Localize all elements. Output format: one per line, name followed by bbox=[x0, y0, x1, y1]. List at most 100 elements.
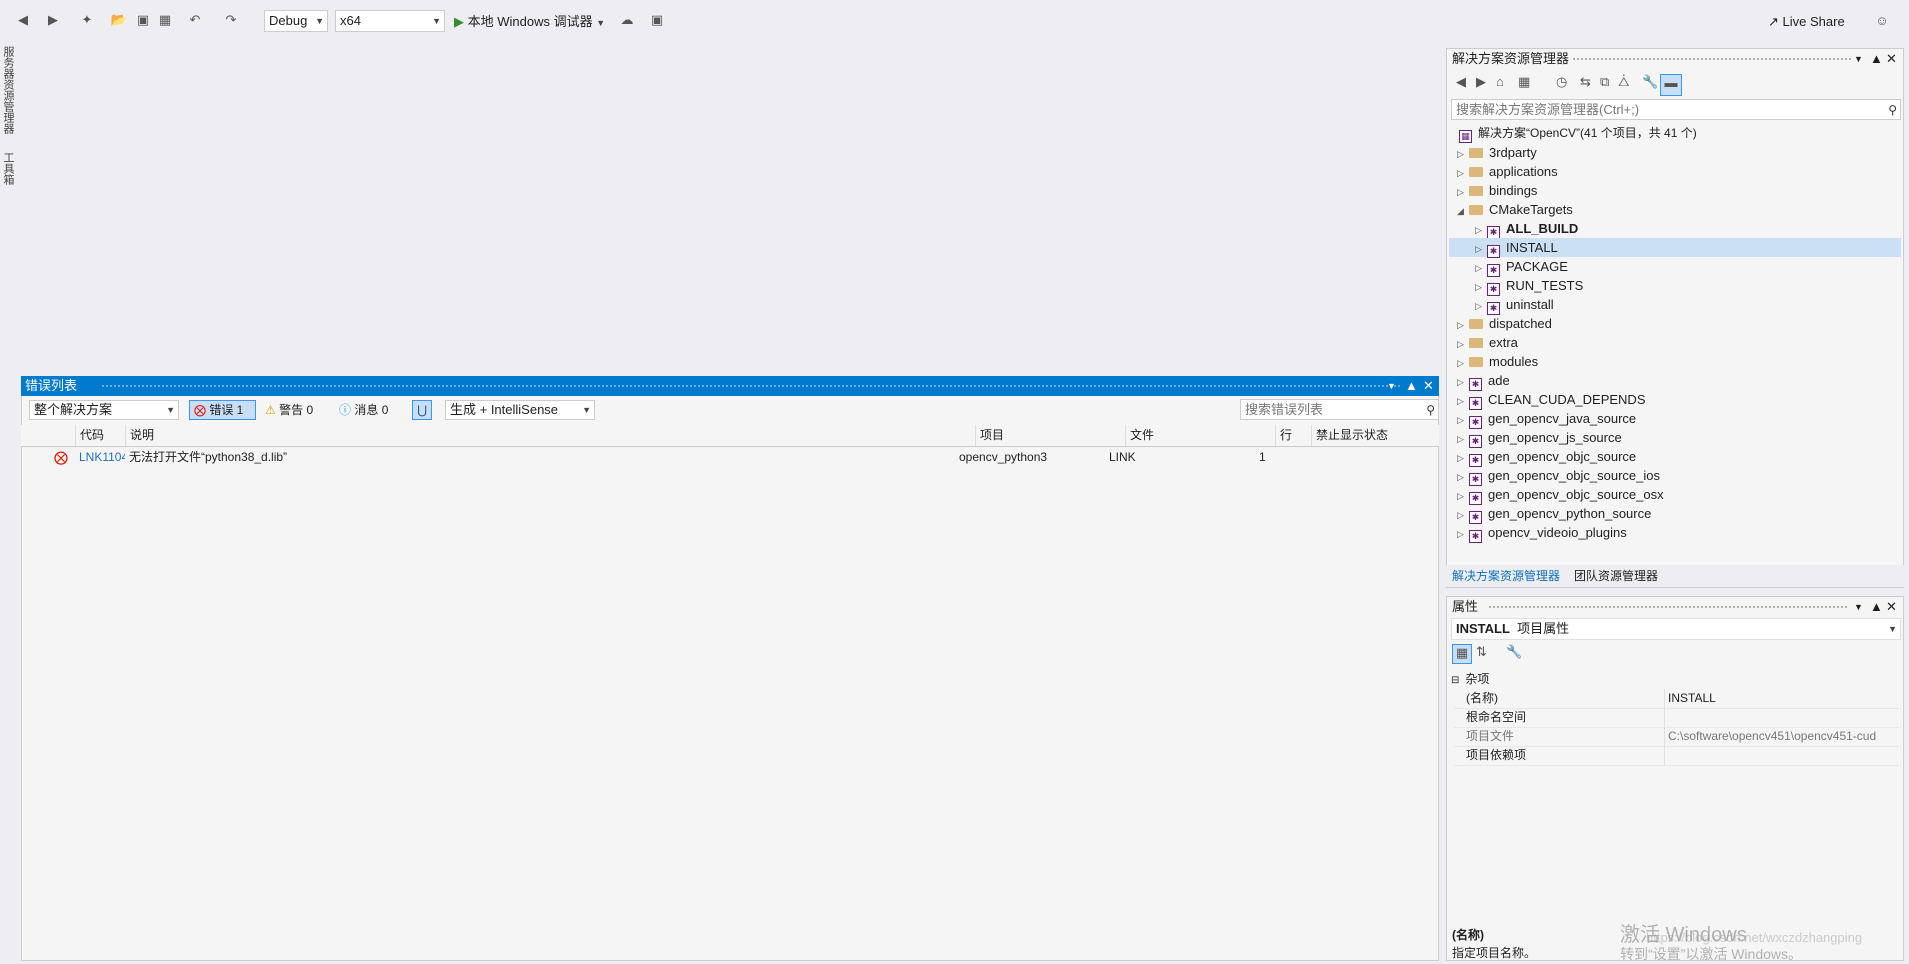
save-icon[interactable]: ▣ bbox=[134, 11, 152, 29]
solution-root-label: 解决方案“OpenCV”(41 个项目，共 41 个) bbox=[1478, 126, 1697, 140]
tree-item[interactable]: ▷ extra bbox=[1449, 333, 1901, 352]
live-share-button[interactable]: ↗ Live Share bbox=[1768, 12, 1845, 32]
screenshot-icon[interactable]: ▣ bbox=[648, 11, 666, 29]
properties-object-type: 项目属性 bbox=[1517, 621, 1570, 636]
forward-icon[interactable]: ▶ bbox=[1476, 74, 1486, 90]
tree-item[interactable]: ▷ ✱ gen_opencv_objc_source_osx bbox=[1449, 485, 1901, 505]
tree-item[interactable]: ▷ bindings bbox=[1449, 181, 1901, 200]
tree-item[interactable]: ▷ ✱ gen_opencv_objc_source_ios bbox=[1449, 466, 1901, 486]
properties-object-selector[interactable]: INSTALL 项目属性 ▼ bbox=[1451, 618, 1901, 640]
pin-icon[interactable]: ▲ bbox=[1870, 49, 1883, 69]
feedback-icon[interactable]: ☺ bbox=[1873, 11, 1891, 29]
property-row[interactable]: 项目文件 C:\software\opencv451\opencv451-cud bbox=[1454, 727, 1900, 747]
tree-item[interactable]: ▷ ✱ RUN_TESTS bbox=[1449, 276, 1901, 296]
categorized-icon[interactable]: ▦ bbox=[1452, 644, 1472, 664]
column-file[interactable]: 文件 bbox=[1125, 425, 1275, 446]
tree-item[interactable]: ▷ ✱ opencv_videoio_plugins bbox=[1449, 523, 1901, 544]
warning-icon: ⚠ bbox=[265, 403, 276, 417]
tree-item[interactable]: ▷ ✱ ade bbox=[1449, 371, 1901, 391]
tree-item-label: dispatched bbox=[1489, 316, 1552, 331]
property-pages-icon[interactable]: 🔧 bbox=[1506, 644, 1522, 660]
solution-root[interactable]: ▦ 解决方案“OpenCV”(41 个项目，共 41 个) bbox=[1459, 124, 1697, 143]
tree-item[interactable]: ▷ dispatched bbox=[1449, 314, 1901, 333]
property-row[interactable]: 项目依赖项 bbox=[1454, 746, 1900, 766]
tree-item-label: modules bbox=[1489, 354, 1539, 369]
column-code[interactable]: 代码 bbox=[75, 425, 125, 446]
tree-item[interactable]: ▷ modules bbox=[1449, 352, 1901, 371]
tree-item[interactable]: ▷ ✱ ALL_BUILD bbox=[1449, 219, 1901, 239]
folder-icon bbox=[1469, 148, 1483, 158]
history-icon[interactable]: ◷ bbox=[1556, 74, 1567, 90]
error-list-title: 错误列表 bbox=[25, 378, 78, 393]
close-icon[interactable]: ✕ bbox=[1886, 49, 1897, 69]
config-value: Debug bbox=[269, 13, 308, 28]
filter-icon[interactable]: ⋃ bbox=[412, 400, 432, 420]
back-icon[interactable]: ◀ bbox=[14, 11, 32, 29]
errors-filter-button[interactable]: ⨂ 错误 1 bbox=[189, 400, 256, 420]
column-suppression[interactable]: 禁止显示状态 bbox=[1311, 425, 1436, 446]
properties-object-name: INSTALL bbox=[1456, 621, 1510, 636]
attach-icon[interactable]: ☁ bbox=[618, 11, 636, 29]
home-icon[interactable]: ⌂ bbox=[1496, 74, 1504, 89]
tree-item[interactable]: ▷ 3rdparty bbox=[1449, 143, 1901, 162]
tree-item[interactable]: ◢ CMakeTargets bbox=[1449, 200, 1901, 219]
tab-solution-explorer[interactable]: 解决方案资源管理器 bbox=[1452, 565, 1560, 587]
toolbox-tab[interactable]: 工具箱 bbox=[0, 152, 16, 185]
dropdown-icon[interactable]: ▼ bbox=[1854, 49, 1863, 69]
back-icon[interactable]: ◀ bbox=[1456, 74, 1466, 90]
tree-item[interactable]: ▷ ✱ PACKAGE bbox=[1449, 257, 1901, 277]
collapsed-arrow-icon[interactable]: ▷ bbox=[1457, 525, 1469, 544]
build-filter-dropdown[interactable]: 生成 + IntelliSense ▼ bbox=[445, 400, 595, 420]
collapse-all-icon[interactable]: ⧉ bbox=[1600, 74, 1609, 90]
forward-icon[interactable]: ▶ bbox=[44, 11, 62, 29]
pin-icon[interactable]: ▲ bbox=[1405, 376, 1418, 396]
column-line[interactable]: 行 bbox=[1275, 425, 1311, 446]
table-row[interactable]: ⨂ LNK1104 无法打开文件“python38_d.lib” opencv_… bbox=[21, 447, 1439, 467]
tree-item[interactable]: ▷ ✱ gen_opencv_objc_source bbox=[1449, 447, 1901, 467]
tree-item[interactable]: ▷ ✱ gen_opencv_java_source bbox=[1449, 409, 1901, 429]
info-icon: ⓘ bbox=[339, 403, 352, 417]
new-project-icon[interactable]: ✦ bbox=[78, 11, 96, 29]
server-explorer-tab[interactable]: 服务器资源管理器 bbox=[0, 46, 16, 134]
undo-icon[interactable]: ↶ bbox=[186, 11, 204, 29]
tree-item[interactable]: ▷ ✱ INSTALL bbox=[1449, 238, 1901, 258]
tree-item[interactable]: ▷ ✱ uninstall bbox=[1449, 295, 1901, 315]
property-key: (名称) bbox=[1466, 691, 1498, 705]
scope-dropdown[interactable]: 整个解决方案 ▼ bbox=[29, 400, 179, 420]
platform-dropdown[interactable]: x64 ▼ bbox=[335, 10, 445, 32]
sync-icon[interactable]: ⇆ bbox=[1580, 74, 1591, 90]
column-project[interactable]: 项目 bbox=[975, 425, 1125, 446]
properties-icon[interactable]: 🔧 bbox=[1642, 74, 1658, 90]
property-category[interactable]: ⊟ 杂项 bbox=[1451, 670, 1901, 689]
tree-item[interactable]: ▷ ✱ gen_opencv_js_source bbox=[1449, 428, 1901, 448]
tree-item-label: opencv_videoio_plugins bbox=[1488, 525, 1627, 540]
property-row[interactable]: (名称) INSTALL bbox=[1454, 689, 1900, 709]
dropdown-icon[interactable]: ▼ bbox=[1854, 597, 1863, 617]
switch-views-icon[interactable]: ▦ bbox=[1518, 74, 1530, 90]
close-icon[interactable]: ✕ bbox=[1886, 597, 1897, 617]
alphabetical-icon[interactable]: ⇅ bbox=[1476, 644, 1487, 660]
start-debug-button[interactable]: ▶ 本地 Windows 调试器 ▼ bbox=[454, 12, 605, 32]
property-row[interactable]: 根命名空间 bbox=[1454, 708, 1900, 728]
error-code-link[interactable]: LNK1104 bbox=[79, 447, 125, 467]
pin-icon[interactable]: ▲ bbox=[1870, 597, 1883, 617]
solution-explorer-title: 解决方案资源管理器 bbox=[1452, 51, 1570, 66]
messages-filter-button[interactable]: ⓘ 消息 0 bbox=[339, 400, 388, 420]
preview-icon[interactable]: ▬ bbox=[1660, 74, 1682, 96]
redo-icon[interactable]: ↷ bbox=[222, 11, 240, 29]
solution-search-input[interactable]: 搜索解决方案资源管理器(Ctrl+;) ⚲ bbox=[1451, 99, 1901, 120]
dropdown-icon[interactable]: ▼ bbox=[1387, 376, 1396, 396]
show-all-files-icon[interactable]: ⧊ bbox=[1618, 74, 1630, 90]
tree-item-label: ALL_BUILD bbox=[1506, 221, 1579, 236]
warnings-filter-button[interactable]: ⚠ 警告 0 bbox=[265, 400, 313, 420]
error-search-input[interactable]: 搜索错误列表 ⚲ bbox=[1240, 399, 1439, 420]
tree-item[interactable]: ▷ applications bbox=[1449, 162, 1901, 181]
tree-item[interactable]: ▷ ✱ gen_opencv_python_source bbox=[1449, 504, 1901, 524]
close-icon[interactable]: ✕ bbox=[1423, 376, 1434, 396]
config-dropdown[interactable]: Debug ▼ bbox=[264, 10, 328, 32]
tree-item[interactable]: ▷ ✱ CLEAN_CUDA_DEPENDS bbox=[1449, 390, 1901, 410]
save-all-icon[interactable]: ▦ bbox=[156, 11, 174, 29]
column-description[interactable]: 说明 bbox=[125, 425, 975, 446]
open-icon[interactable]: 📂 bbox=[110, 11, 128, 29]
tab-team-explorer[interactable]: 团队资源管理器 bbox=[1574, 565, 1658, 587]
